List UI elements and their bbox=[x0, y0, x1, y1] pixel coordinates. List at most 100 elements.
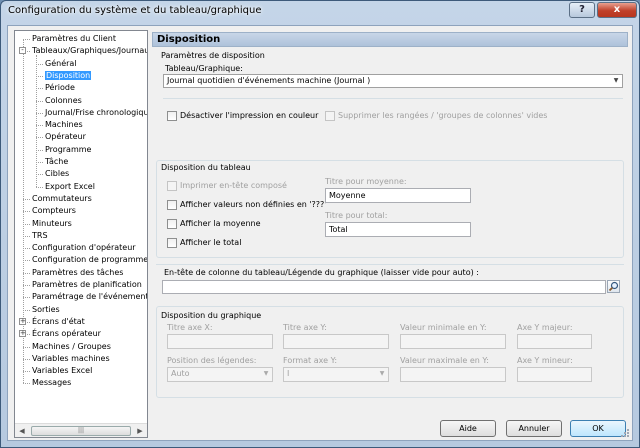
tree-item[interactable]: Général bbox=[45, 58, 77, 70]
tree-item[interactable]: Colonnes bbox=[45, 95, 82, 107]
tree-connector bbox=[23, 297, 30, 299]
help-title-button[interactable]: ? bbox=[569, 2, 595, 18]
tree-item[interactable]: Configuration de programme bbox=[32, 254, 147, 266]
tree-item[interactable]: Configuration d'opérateur bbox=[32, 242, 136, 254]
y-format-select[interactable]: I ▼ bbox=[283, 367, 389, 382]
layout-params-title: Paramètres de disposition bbox=[161, 51, 265, 60]
min-y-label: Valeur minimale en Y: bbox=[400, 323, 487, 332]
checkbox-box[interactable] bbox=[167, 181, 177, 191]
tree-item[interactable]: Compteurs bbox=[32, 205, 76, 217]
checkbox-box[interactable] bbox=[167, 111, 177, 121]
tree-item-label: Tableaux/Graphiques/Journaux bbox=[32, 46, 148, 56]
table-layout-group: Disposition du tableau Imprimer en-tête … bbox=[156, 160, 624, 258]
tree-item-label: Minuteurs bbox=[32, 218, 72, 228]
tree-item[interactable]: Paramètres des tâches bbox=[32, 267, 123, 279]
chevron-down-icon[interactable]: ▼ bbox=[611, 76, 621, 86]
tree-item[interactable]: Paramétrage de l'événement bbox=[32, 291, 148, 303]
tree-item[interactable]: Minuteurs bbox=[32, 218, 72, 230]
ok-button[interactable]: OK bbox=[570, 420, 626, 437]
tree-item-label: Paramètres du Client bbox=[32, 34, 117, 43]
tree-item[interactable]: Tâche bbox=[45, 156, 68, 168]
legend-position-value: Auto bbox=[171, 369, 190, 378]
tree-item[interactable]: TRS bbox=[32, 230, 48, 242]
tree-item-label: Messages bbox=[32, 378, 72, 388]
checkbox-box[interactable] bbox=[167, 219, 177, 229]
tree-item[interactable]: Export Excel bbox=[45, 181, 95, 193]
scroll-left-icon[interactable]: ◀ bbox=[17, 426, 27, 436]
tree-item[interactable]: Écrans opérateur bbox=[32, 328, 101, 340]
collapse-icon[interactable]: - bbox=[19, 47, 26, 55]
show-undefined-label: Afficher valeurs non définies en '???' bbox=[180, 200, 327, 209]
chart-layout-title: Disposition du graphique bbox=[161, 311, 262, 320]
tree-item[interactable]: Variables Excel bbox=[32, 365, 92, 377]
tree-connector bbox=[23, 223, 30, 225]
tree-item[interactable]: Programme bbox=[45, 144, 91, 156]
tree-item[interactable]: Disposition bbox=[45, 70, 92, 82]
expand-icon[interactable]: + bbox=[19, 330, 26, 338]
chevron-down-icon[interactable]: ▼ bbox=[261, 369, 271, 379]
tree-item[interactable]: Machines bbox=[45, 119, 83, 131]
tree-item[interactable]: Paramètres du Client bbox=[32, 33, 116, 45]
settings-tree[interactable]: ◀ ||| ▶ Paramètres du Client - Tableaux/Gr… bbox=[14, 30, 148, 438]
tree-connector bbox=[36, 75, 43, 77]
checkbox-box[interactable] bbox=[167, 200, 177, 210]
y-axis-title-field[interactable] bbox=[283, 334, 389, 349]
tree-connector bbox=[23, 383, 30, 385]
divider bbox=[156, 264, 624, 265]
close-button[interactable]: x bbox=[597, 2, 637, 18]
resize-grip-icon[interactable] bbox=[620, 428, 630, 438]
chart-select[interactable]: Journal quotidien d'événements machine (… bbox=[163, 74, 623, 88]
tree-item[interactable]: Commutateurs bbox=[32, 193, 92, 205]
tree-item[interactable]: Opérateur bbox=[45, 131, 86, 143]
tree-item[interactable]: Machines / Groupes bbox=[32, 341, 111, 353]
tree-item-label: Machines bbox=[45, 120, 83, 130]
scroll-thumb[interactable]: ||| bbox=[31, 426, 131, 436]
tree-item[interactable]: Sorties bbox=[32, 304, 60, 316]
dialog-client: ◀ ||| ▶ Paramètres du Client - Tableaux/Gr… bbox=[7, 25, 633, 441]
max-y-label: Valeur maximale en Y: bbox=[400, 356, 489, 365]
tree-item[interactable]: Journal/Frise chronologique bbox=[45, 107, 147, 119]
tree-item[interactable]: Messages bbox=[32, 377, 71, 389]
checkbox-box[interactable] bbox=[325, 111, 335, 121]
tree-item-label: Cibles bbox=[45, 169, 70, 179]
tree-item-label: Paramétrage de l'événement bbox=[32, 292, 148, 302]
tree-connector bbox=[23, 309, 30, 311]
min-y-field[interactable] bbox=[400, 334, 506, 349]
legend-position-select[interactable]: Auto ▼ bbox=[167, 367, 273, 382]
tree-item[interactable]: Écrans d'état bbox=[32, 316, 85, 328]
magnifier-icon bbox=[608, 281, 619, 292]
tree-item[interactable]: Variables machines bbox=[32, 353, 110, 365]
tree-item[interactable]: Tableaux/Graphiques/Journaux bbox=[32, 45, 148, 57]
checkbox-box[interactable] bbox=[167, 238, 177, 248]
tree-connector bbox=[23, 211, 30, 213]
title-bar[interactable]: Configuration du système et du tableau/g… bbox=[1, 1, 639, 23]
tree-connector bbox=[23, 371, 30, 373]
y-major-field[interactable] bbox=[517, 334, 592, 349]
tree-connector bbox=[36, 149, 43, 151]
max-y-field[interactable] bbox=[400, 367, 506, 382]
tree-item-label: Sorties bbox=[32, 304, 60, 314]
scroll-right-icon[interactable]: ▶ bbox=[135, 426, 145, 436]
chevron-down-icon[interactable]: ▼ bbox=[377, 369, 387, 379]
show-total-label: Afficher le total bbox=[180, 238, 242, 247]
cancel-button[interactable]: Annuler bbox=[506, 420, 562, 437]
y-minor-field[interactable] bbox=[517, 367, 592, 382]
chart-select-value: Journal quotidien d'événements machine (… bbox=[167, 76, 371, 85]
y-format-value: I bbox=[287, 369, 290, 378]
tree-item-label: Compteurs bbox=[32, 206, 76, 216]
tree-horizontal-scrollbar[interactable]: ◀ ||| ▶ bbox=[15, 423, 147, 437]
column-header-label: En-tête de colonne du tableau/Légende du… bbox=[164, 268, 479, 277]
avg-title-field[interactable]: Moyenne bbox=[325, 188, 471, 203]
tree-item[interactable]: Période bbox=[45, 82, 75, 94]
help-button[interactable]: Aide bbox=[440, 420, 496, 437]
suppress-empty-rows-label: Supprimer les rangées / 'groupes de colo… bbox=[338, 111, 548, 120]
tree-connector bbox=[36, 174, 43, 176]
search-button[interactable] bbox=[607, 280, 620, 293]
tree-item-label: Écrans d'état bbox=[32, 316, 85, 326]
column-header-field[interactable] bbox=[162, 280, 606, 294]
total-title-field[interactable]: Total bbox=[325, 222, 471, 237]
expand-icon[interactable]: + bbox=[19, 317, 26, 325]
tree-item[interactable]: Paramètres de planification bbox=[32, 279, 142, 291]
x-axis-title-field[interactable] bbox=[167, 334, 273, 349]
tree-item[interactable]: Cibles bbox=[45, 168, 69, 180]
